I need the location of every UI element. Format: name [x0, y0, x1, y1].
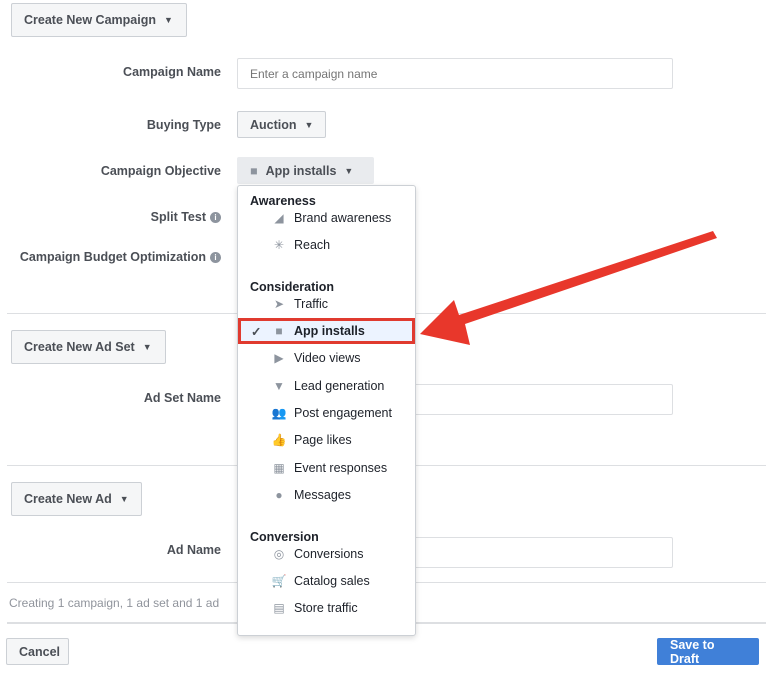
arrow-shape	[420, 231, 717, 345]
annotation-arrow	[420, 231, 717, 345]
